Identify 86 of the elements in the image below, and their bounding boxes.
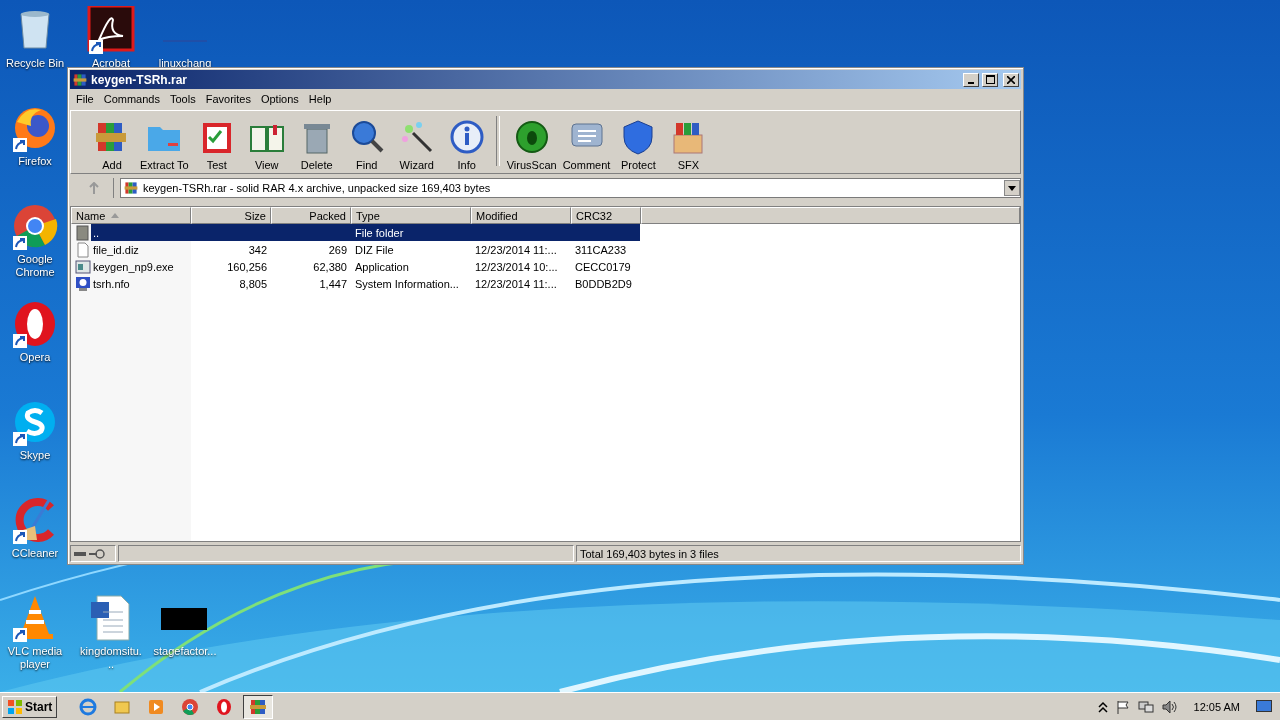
chevron-up-icon[interactable] [1097,700,1108,713]
up-arrow-icon [88,182,99,194]
toolbar-button[interactable]: Wizard [391,119,442,171]
archive-icon [123,180,139,196]
toolbar-button[interactable]: SFX [663,119,714,171]
exe-icon [75,258,91,275]
windows-logo-icon [7,698,23,715]
winrar-icon [72,71,88,88]
maximize-button[interactable] [982,72,998,87]
menu-item[interactable]: File [72,92,100,105]
table-cell: 311CA233 [575,243,627,256]
toolbar-button[interactable]: VirusScan [503,119,560,171]
file-icon [75,241,91,258]
table-cell: 12/23/2014 10:... [475,260,558,273]
clock[interactable]: 12:05 AM [1193,700,1240,713]
folder-icon [75,224,91,241]
close-button[interactable] [1003,72,1019,87]
table-cell: 269 [328,243,347,256]
ie-icon [78,696,99,717]
minimize-button[interactable] [963,72,979,87]
drive-key-icon [74,548,106,559]
desktop-icon-label[interactable]: linuxchang [158,57,212,70]
desktop-icon-label[interactable]: Skype [19,449,51,462]
file-name[interactable]: file_id.diz [93,243,139,256]
table-cell: 12/23/2014 11:... [475,277,557,290]
column-header[interactable]: CRC32 [571,207,641,224]
desktop-icon-label[interactable]: Opera [19,351,51,364]
table-cell: Application [355,260,409,273]
close-icon [1007,75,1015,84]
table-cell: File folder [355,226,404,239]
menu-item[interactable]: Commands [99,92,166,105]
menu-item[interactable]: Options [256,92,305,105]
file-name[interactable]: keygen_np9.exe [93,260,174,273]
sort-arrow-icon [111,213,120,218]
desktop-icon-label[interactable]: Acrobat [92,57,130,70]
toolbar-button[interactable]: Comment [559,119,614,171]
toolbar-button[interactable]: Test [191,119,242,171]
file-name[interactable]: tsrh.nfo [93,277,130,290]
table-cell: 342 [248,243,267,256]
table-cell: 12/23/2014 11:... [475,243,557,256]
toolbar-button[interactable]: Find [341,119,392,171]
column-header[interactable]: Type [351,207,471,224]
network-icon[interactable] [1137,699,1154,714]
start-button[interactable]: Start [2,695,58,718]
desktop-icon-label[interactable]: Recycle Bin [5,57,65,70]
table-cell: 1,447 [319,277,347,290]
chrome-icon [180,696,201,717]
desktop-icon-label[interactable]: Firefox [18,155,52,168]
caret-icon [1008,185,1016,191]
column-header[interactable]: Packed [271,207,351,224]
column-header[interactable]: Modified [471,207,571,224]
menu-item[interactable]: Help [304,92,338,105]
info-icon [448,119,485,155]
address-field[interactable]: keygen-TSRh.rar - solid RAR 4.x archive, unpacked size 169,403 bytes [120,178,1021,198]
table-cell: 62,380 [313,260,347,273]
file-name[interactable]: .. [93,226,100,239]
toolbar-button[interactable]: Extract To [137,119,192,171]
toolbar-button[interactable]: Info [441,119,492,171]
toolbar-button[interactable]: Add [87,119,137,171]
minimize-icon [968,81,974,84]
menu-item[interactable]: Tools [166,92,202,105]
show-desktop-icon[interactable] [1256,699,1272,714]
taskbar-button[interactable] [243,694,274,719]
toolbar-button[interactable]: View [241,119,292,171]
desktop-icon-label[interactable]: Google Chrome [3,253,67,279]
window-title: keygen-TSRh.rar [91,72,189,87]
table-cell: B0DDB2D9 [575,277,632,290]
toolbar-button[interactable]: Protect [613,119,664,171]
flag-icon[interactable] [1115,699,1130,714]
toolbar-button[interactable]: Delete [291,119,342,171]
acrobat-icon[interactable] [87,6,135,54]
table-cell: 8,805 [239,277,267,290]
speaker-icon[interactable] [1161,699,1178,714]
menu-item[interactable]: Favorites [201,92,257,105]
nfo-icon [75,275,91,292]
table-cell: DIZ File [355,243,394,256]
maximize-icon [985,75,995,84]
table-cell: CECC0179 [575,260,631,273]
table-cell: 160,256 [227,260,267,273]
dropdown-button[interactable] [1004,180,1020,196]
status-text: Total 169,403 bytes in 3 files [580,547,719,560]
virus-icon [513,119,550,155]
column-header[interactable]: Name [71,207,191,224]
column-header[interactable]: Size [191,207,271,224]
chrome-icon[interactable] [11,202,59,250]
table-cell: System Information... [355,277,459,290]
